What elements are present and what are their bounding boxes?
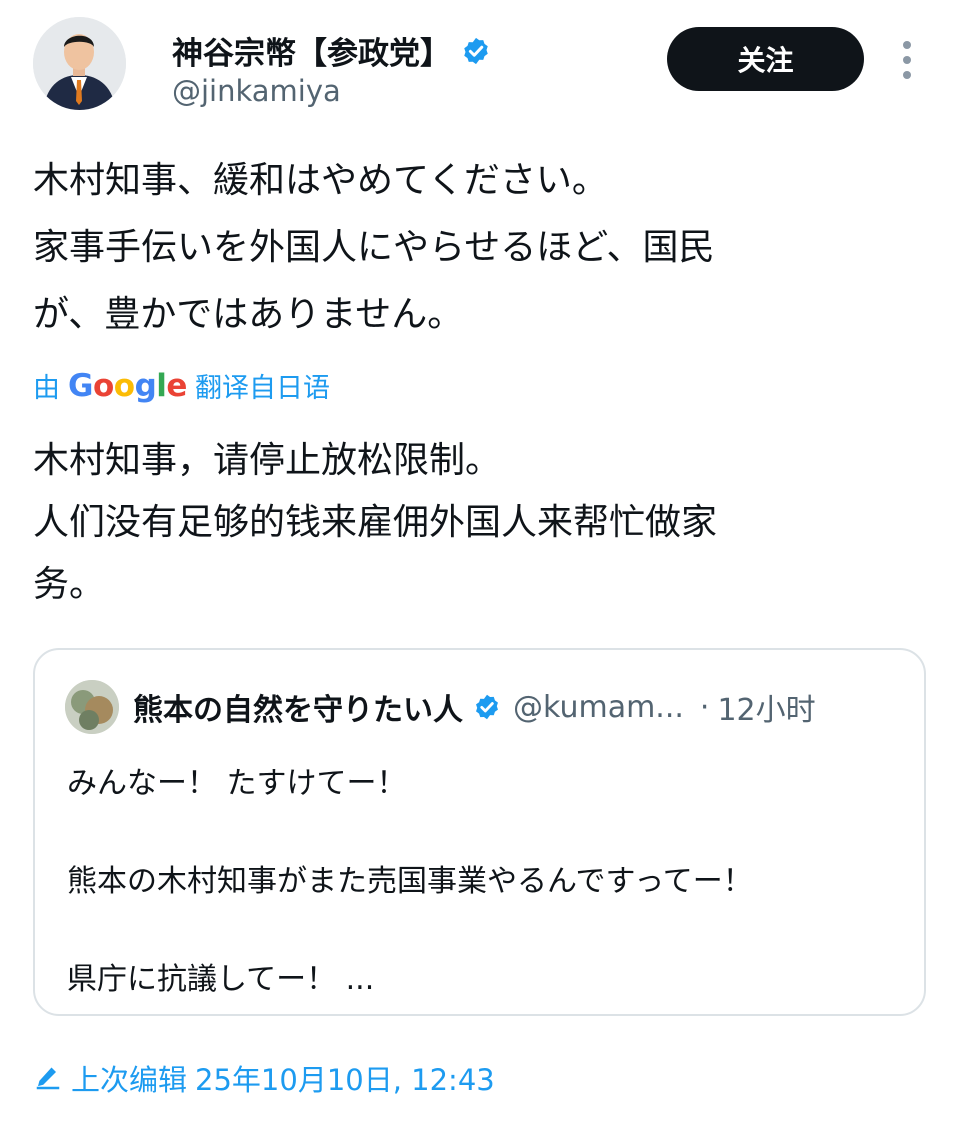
quoted-line: 熊本の木村知事がまた売国事業やるんですってー！	[67, 864, 753, 899]
quoted-author-handle[interactable]: @kumam...	[513, 690, 684, 725]
quoted-tweet-card[interactable]: 熊本の自然を守りたい人 @kumam... · 12小时 みんなー！ たすけてー…	[33, 648, 926, 1016]
translation-suffix: 翻译自日语	[194, 373, 330, 404]
translation-attribution[interactable]: 由 Google 翻译自日语	[33, 366, 330, 405]
quoted-author-name[interactable]: 熊本の自然を守りたい人	[133, 685, 463, 729]
quoted-timestamp[interactable]: 12小时	[717, 685, 815, 729]
translated-line: 木村知事，请停止放松限制。	[33, 440, 502, 481]
quoted-header: 熊本の自然を守りたい人 @kumam... · 12小时	[133, 685, 816, 729]
edit-date: 25年10月10日, 12:43	[195, 1063, 495, 1097]
author-avatar[interactable]	[33, 17, 126, 110]
translated-line: 人们没有足够的钱来雇佣外国人来帮忙做家	[33, 502, 718, 543]
quoted-verified-badge-icon	[476, 694, 498, 720]
quoted-line: 県庁に抗議してー！ ...	[67, 962, 375, 997]
quoted-line: みんなー！ たすけてー！	[67, 766, 407, 801]
verified-badge-icon	[464, 37, 488, 64]
author-handle[interactable]: @jinkamiya	[172, 74, 341, 108]
quoted-author-avatar[interactable]	[65, 680, 119, 734]
translated-text: 木村知事，请停止放松限制。 人们没有足够的钱来雇佣外国人来帮忙做家 务。	[33, 430, 913, 616]
edit-history-link[interactable]: 上次编辑 25年10月10日, 12:43	[33, 1057, 495, 1099]
translation-prefix: 由	[33, 373, 60, 404]
tweet-line: 木村知事、緩和はやめてください。	[33, 160, 608, 201]
edit-label: 上次编辑	[71, 1063, 188, 1097]
tweet-text: 木村知事、緩和はやめてください。 家事手伝いを外国人にやらせるほど、国民 が、豊…	[33, 147, 913, 348]
more-vertical-icon[interactable]	[893, 38, 921, 82]
google-logo: Google	[68, 367, 187, 404]
follow-button[interactable]: 关注	[667, 27, 864, 91]
tweet-line: 家事手伝いを外国人にやらせるほど、国民	[33, 227, 715, 268]
author-name[interactable]: 神谷宗幣【参政党】	[172, 28, 451, 73]
quoted-avatar-image	[65, 680, 119, 734]
quoted-separator: ·	[699, 689, 710, 725]
author-name-row[interactable]: 神谷宗幣【参政党】	[172, 28, 491, 73]
translated-line: 务。	[33, 564, 106, 605]
author-avatar-image	[33, 17, 126, 110]
tweet-line: が、豊かではありません。	[33, 294, 464, 335]
pencil-icon	[36, 1067, 60, 1090]
